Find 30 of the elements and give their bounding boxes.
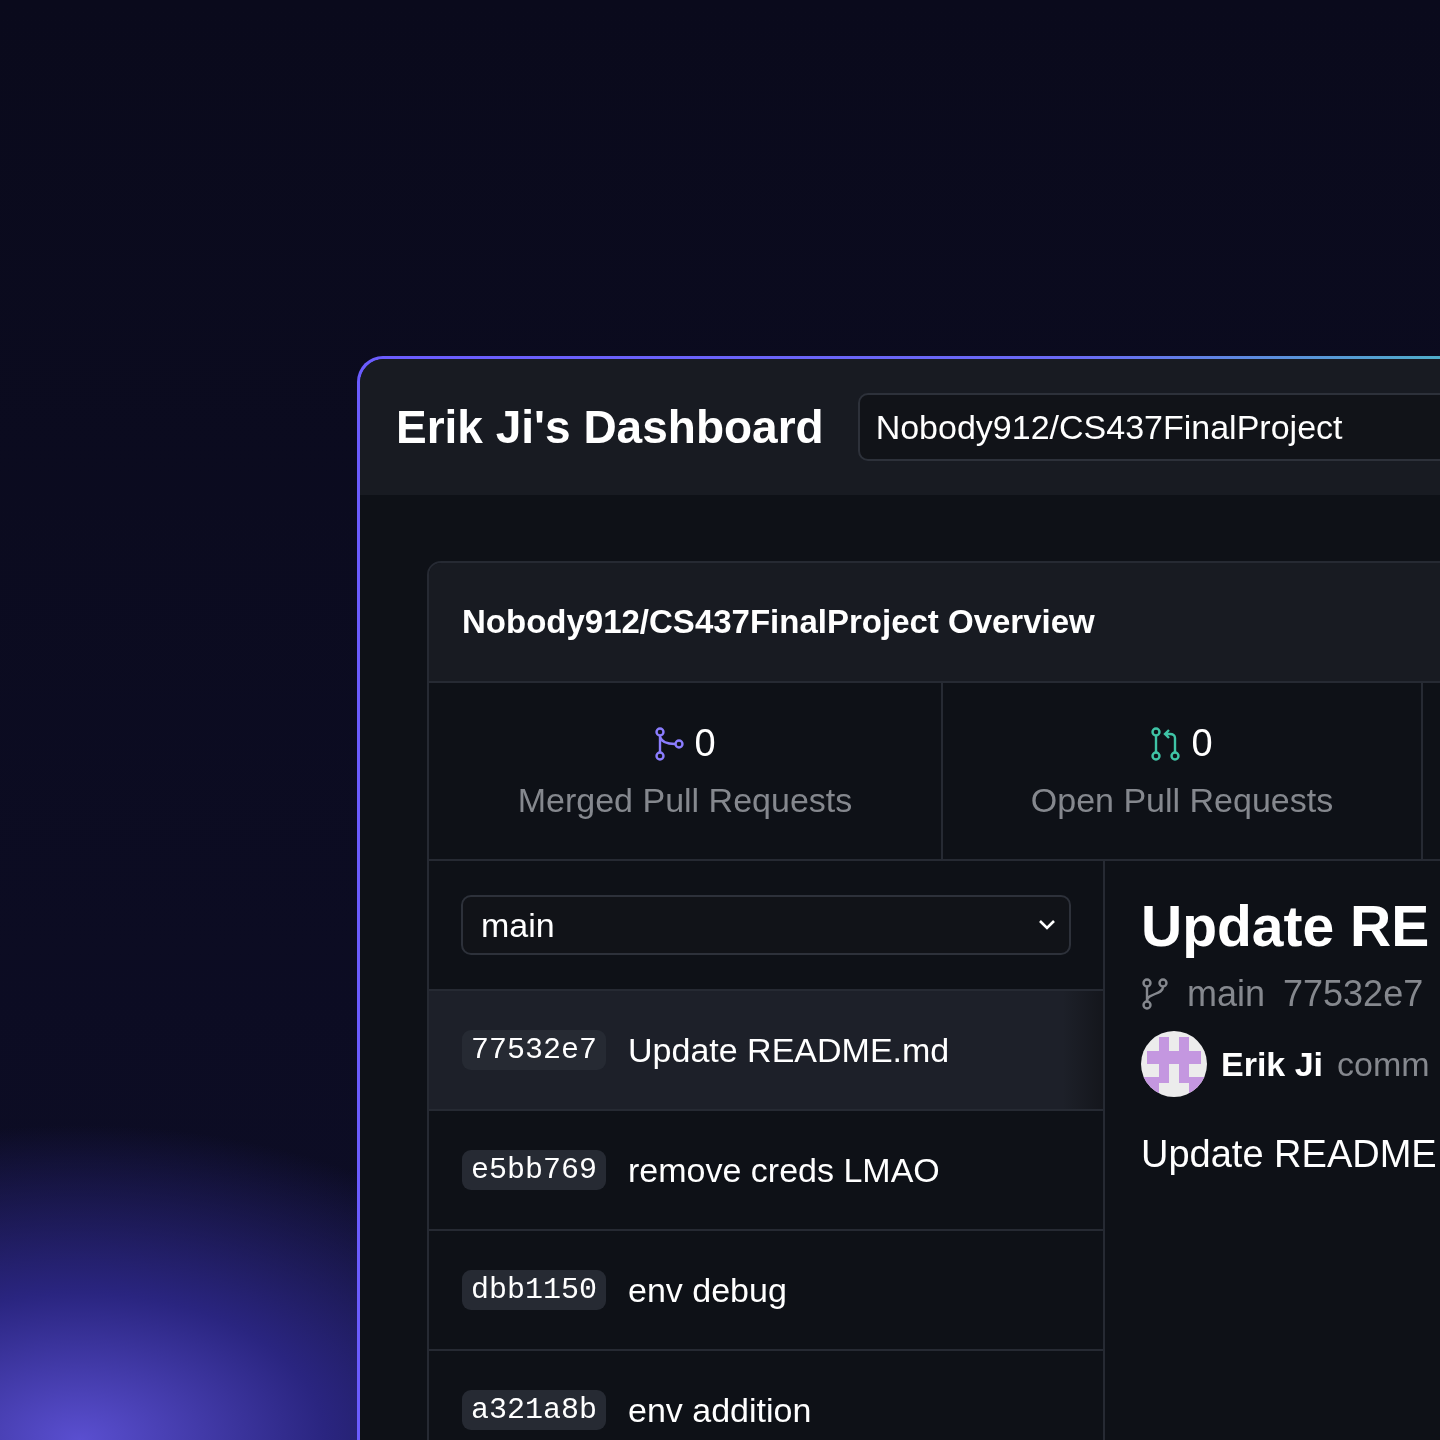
merge-icon <box>654 726 685 761</box>
pull-request-icon <box>1151 726 1182 761</box>
commit-title: Update RE <box>1141 893 1431 959</box>
stat-count: 0 <box>694 722 716 765</box>
commit-action: comm <box>1337 1044 1430 1084</box>
stat-label: Open Pull Requests <box>1030 781 1334 820</box>
commit-row[interactable]: dbb1150 env debug <box>429 1229 1103 1349</box>
commit-hash: 77532e7 <box>1283 973 1424 1015</box>
commit-row[interactable]: a321a8b env addition <box>429 1349 1103 1440</box>
commit-body: Update README <box>1141 1133 1437 1176</box>
repository-select[interactable]: Nobody912/CS437FinalProject <box>857 393 1440 461</box>
commit-hash: 77532e7 <box>462 1030 607 1070</box>
branch-name: main <box>1187 973 1266 1015</box>
author-name: Erik Ji <box>1221 1044 1324 1084</box>
commit-hash: e5bb769 <box>462 1150 607 1190</box>
branch-select[interactable]: main <box>461 895 1071 955</box>
commit-hash: a321a8b <box>462 1390 607 1430</box>
commit-row[interactable]: e5bb769 remove creds LMAO <box>429 1109 1103 1229</box>
chevron-icon <box>1037 919 1057 931</box>
commit-message: env addition <box>628 1390 812 1430</box>
commit-message: env debug <box>628 1270 787 1310</box>
branch-icon <box>1141 978 1169 1010</box>
card-title: Nobody912/CS437FinalProject Overview <box>462 603 1095 641</box>
commit-message: remove creds LMAO <box>628 1150 940 1190</box>
stat-count: 0 <box>1191 722 1213 765</box>
dashboard-title: Erik Ji's Dashboard <box>396 400 824 454</box>
commit-hash: dbb1150 <box>462 1270 607 1310</box>
commit-row[interactable]: 77532e7 Update README.md <box>429 989 1103 1109</box>
stat-label: Merged Pull Requests <box>517 781 853 820</box>
commit-message: Update README.md <box>628 1030 950 1070</box>
